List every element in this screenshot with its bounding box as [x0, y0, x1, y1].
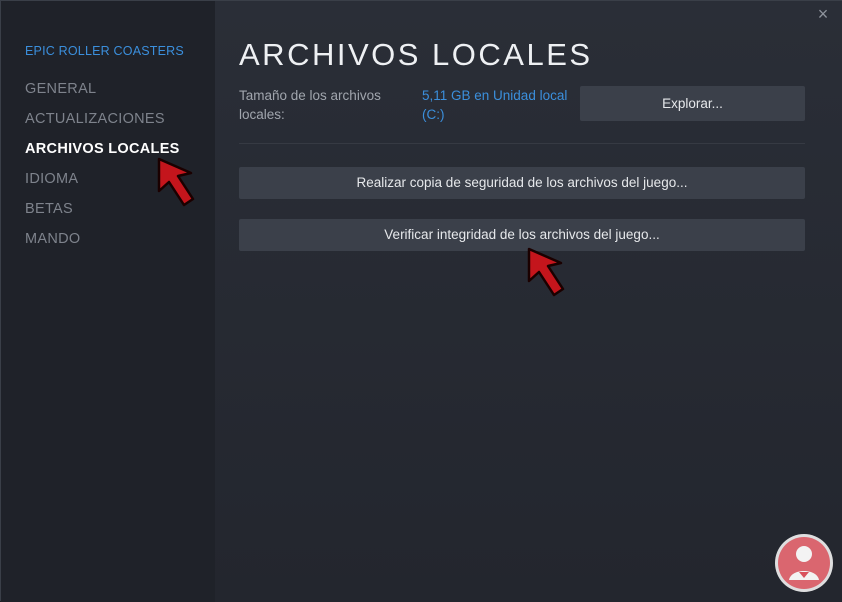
red-arrow-pointer-icon — [157, 157, 195, 207]
game-title: EPIC ROLLER COASTERS — [25, 44, 184, 58]
page-title: ARCHIVOS LOCALES — [239, 37, 593, 72]
red-arrow-pointer-icon — [527, 247, 565, 297]
sidebar-item-mando[interactable]: MANDO — [25, 230, 180, 260]
sidebar-item-actualizaciones[interactable]: ACTUALIZACIONES — [25, 110, 180, 140]
sidebar-item-general[interactable]: GENERAL — [25, 80, 180, 110]
size-value: 5,11 GB en Unidad local (C:) — [422, 88, 568, 122]
size-label: Tamaño de los archivos locales: — [239, 88, 381, 122]
properties-window: EPIC ROLLER COASTERS GENERAL ACTUALIZACI… — [0, 0, 842, 602]
watermark-logo-icon — [775, 534, 833, 592]
divider — [239, 143, 805, 144]
close-icon[interactable]: × — [815, 5, 831, 23]
backup-button[interactable]: Realizar copia de seguridad de los archi… — [239, 167, 805, 199]
explore-button[interactable]: Explorar... — [580, 86, 805, 121]
sidebar: EPIC ROLLER COASTERS GENERAL ACTUALIZACI… — [1, 1, 215, 602]
